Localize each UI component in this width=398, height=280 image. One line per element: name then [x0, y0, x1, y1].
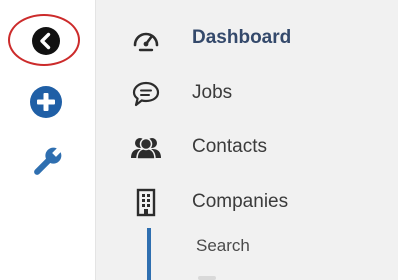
back-button[interactable] [31, 26, 61, 56]
cut-off-text [198, 276, 216, 280]
building-icon [130, 187, 162, 219]
wrench-icon [34, 146, 63, 175]
chevron-left-icon [32, 27, 60, 55]
menu-item-label: Companies [192, 191, 289, 212]
speedometer-icon [130, 23, 162, 55]
menu-item-label: Jobs [192, 82, 233, 103]
menu-item-label: Dashboard [192, 27, 292, 48]
add-button[interactable] [29, 85, 63, 119]
menu-item-contacts[interactable]: Contacts [96, 128, 398, 168]
submenu-indicator-line [147, 228, 151, 280]
menu-item-dashboard[interactable]: Dashboard [96, 19, 398, 59]
settings-button[interactable] [24, 140, 70, 184]
menu-item-label: Contacts [192, 136, 267, 157]
submenu-item-search[interactable]: Search [196, 236, 250, 256]
submenu-item-partial[interactable] [196, 270, 222, 280]
plus-circle-icon [30, 86, 62, 118]
chat-bubble-icon [130, 78, 162, 110]
menu-item-jobs[interactable]: Jobs [96, 74, 398, 114]
people-icon [130, 132, 162, 164]
menu-item-companies[interactable]: Companies [96, 183, 398, 223]
